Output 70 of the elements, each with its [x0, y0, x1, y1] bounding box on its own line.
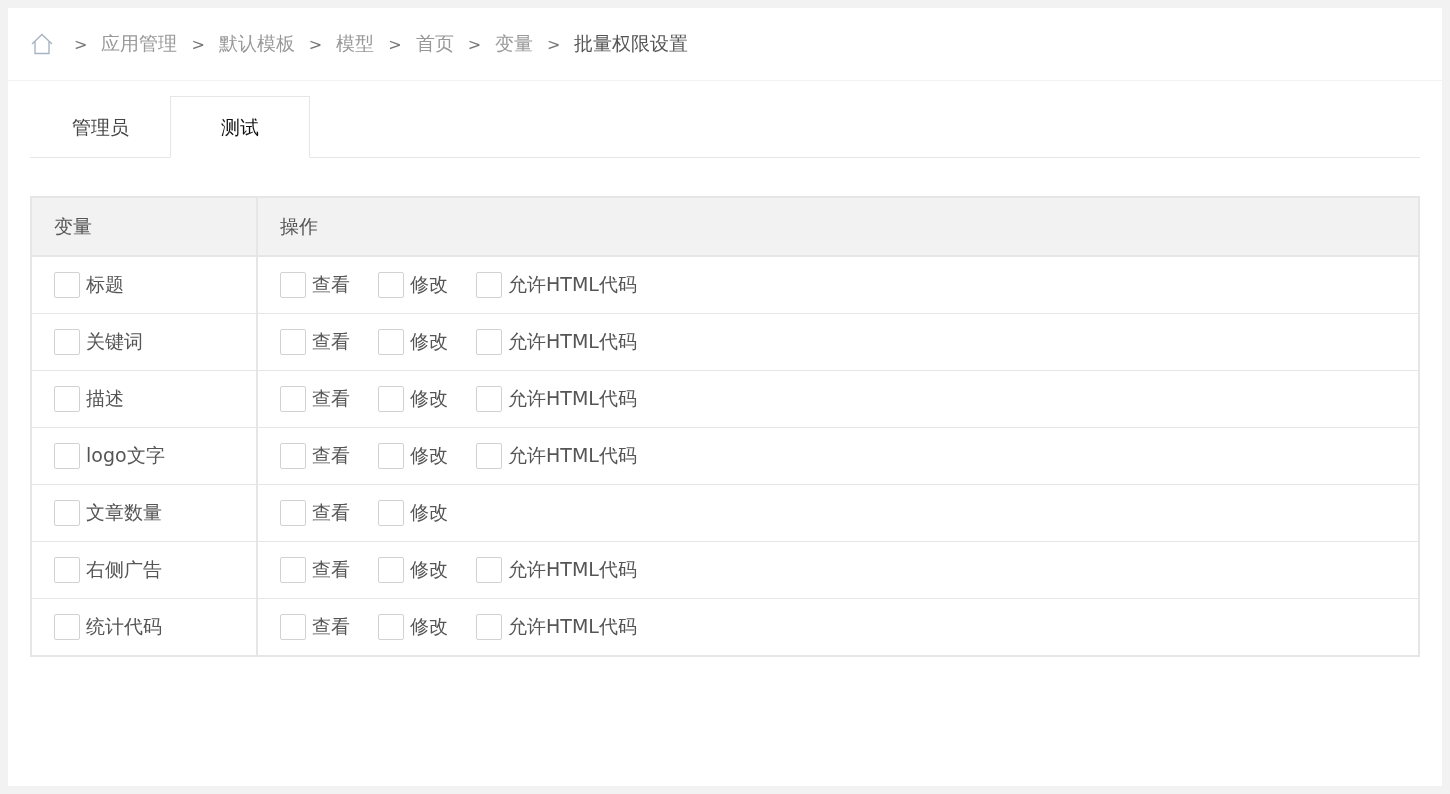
breadcrumb-separator: >: [191, 34, 205, 54]
checkbox[interactable]: [280, 329, 306, 355]
checkbox[interactable]: [280, 500, 306, 526]
checkbox[interactable]: [54, 386, 80, 412]
checkbox-label: 关键词: [86, 329, 143, 354]
checkbox[interactable]: [378, 557, 404, 583]
checkbox-label: 右侧广告: [86, 557, 162, 582]
checkbox[interactable]: [476, 272, 502, 298]
tab[interactable]: 测试: [170, 96, 310, 158]
checkbox-label: 标题: [86, 272, 124, 297]
checkbox-label: 查看: [312, 443, 350, 468]
checkbox[interactable]: [280, 443, 306, 469]
breadcrumb-separator: >: [547, 34, 561, 54]
breadcrumb-link[interactable]: 应用管理: [101, 31, 178, 57]
checkbox-label: 查看: [312, 329, 350, 354]
checkbox-label: 统计代码: [86, 614, 162, 639]
checkbox[interactable]: [280, 557, 306, 583]
checkbox[interactable]: [476, 329, 502, 355]
checkbox-label: 修改: [410, 557, 448, 582]
breadcrumb-link[interactable]: 模型: [336, 31, 375, 57]
checkbox[interactable]: [378, 500, 404, 526]
checkbox-label: 查看: [312, 557, 350, 582]
tab[interactable]: 管理员: [30, 96, 170, 157]
column-header: 操作: [257, 197, 1419, 256]
checkbox[interactable]: [378, 614, 404, 640]
breadcrumb-separator: >: [74, 34, 88, 54]
checkbox[interactable]: [378, 443, 404, 469]
checkbox-label: 修改: [410, 272, 448, 297]
checkbox[interactable]: [280, 614, 306, 640]
breadcrumb-link[interactable]: 默认模板: [218, 31, 295, 57]
checkbox[interactable]: [54, 443, 80, 469]
checkbox[interactable]: [378, 329, 404, 355]
checkbox-label: 查看: [312, 614, 350, 639]
checkbox[interactable]: [54, 557, 80, 583]
checkbox[interactable]: [378, 386, 404, 412]
checkbox-label: 允许HTML代码: [508, 272, 637, 297]
checkbox-label: 修改: [410, 329, 448, 354]
breadcrumb-separator: >: [467, 34, 482, 54]
checkbox[interactable]: [54, 614, 80, 640]
checkbox-label: 描述: [86, 386, 124, 411]
checkbox-label: 允许HTML代码: [508, 557, 637, 582]
checkbox-label: 修改: [410, 614, 448, 639]
checkbox-label: 允许HTML代码: [508, 614, 637, 639]
checkbox-label: 允许HTML代码: [508, 386, 637, 411]
checkbox[interactable]: [476, 557, 502, 583]
breadcrumb-link[interactable]: 变量: [495, 31, 534, 57]
checkbox-label: 允许HTML代码: [508, 443, 637, 468]
checkbox-label: 修改: [410, 386, 448, 411]
checkbox-label: 查看: [312, 500, 350, 525]
home-icon[interactable]: [30, 33, 54, 55]
checkbox-label: 允许HTML代码: [508, 329, 637, 354]
checkbox-label: 修改: [410, 500, 448, 525]
checkbox[interactable]: [476, 386, 502, 412]
breadcrumb-separator: >: [388, 34, 402, 54]
checkbox-label: 修改: [410, 443, 448, 468]
breadcrumb-separator: >: [308, 34, 323, 54]
checkbox-label: 查看: [312, 386, 350, 411]
checkbox[interactable]: [54, 500, 80, 526]
checkbox[interactable]: [54, 272, 80, 298]
checkbox[interactable]: [476, 443, 502, 469]
checkbox-label: 文章数量: [86, 500, 162, 525]
checkbox[interactable]: [378, 272, 404, 298]
checkbox-label: 查看: [312, 272, 350, 297]
checkbox-label: logo文字: [86, 443, 165, 468]
checkbox[interactable]: [54, 329, 80, 355]
checkbox[interactable]: [280, 386, 306, 412]
checkbox[interactable]: [476, 614, 502, 640]
checkbox[interactable]: [280, 272, 306, 298]
column-header: 变量: [31, 197, 257, 256]
breadcrumb-link[interactable]: 首页: [415, 31, 454, 57]
